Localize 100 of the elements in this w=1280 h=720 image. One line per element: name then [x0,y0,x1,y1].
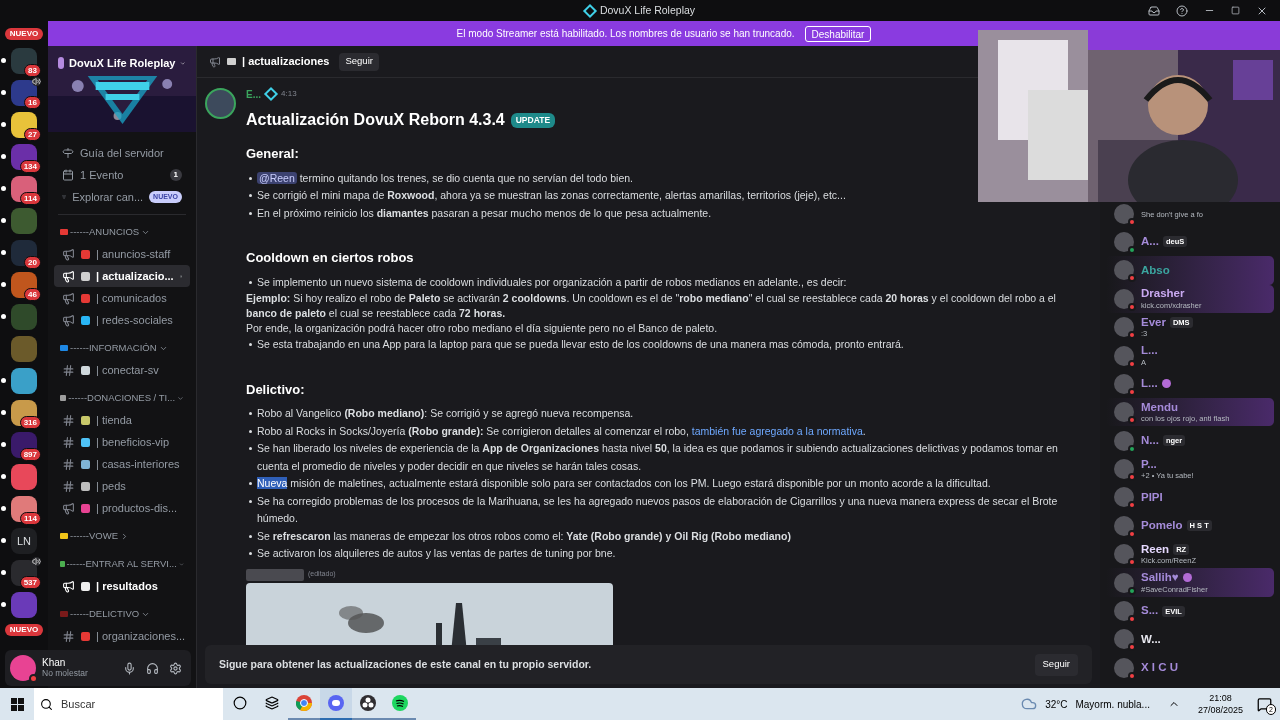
temperature: 32°C [1045,697,1068,712]
channel-name: | beneficios-vip [96,434,170,450]
link[interactable]: también fue agregado a la normativa [691,424,863,437]
notification-badge: 27 [24,128,41,141]
sidebar-item[interactable]: Guía del servidor [54,142,190,164]
server-icon[interactable] [11,112,37,138]
member-item[interactable]: X I C U [1106,653,1274,682]
channel-name: | tienda [96,412,132,428]
channel-item[interactable]: | conectar-sv [54,359,190,381]
server-icon[interactable] [11,240,37,266]
channel-item[interactable]: | peds [54,475,190,497]
maximize-icon[interactable] [1231,6,1240,15]
help-icon[interactable] [1176,4,1188,17]
channel-item[interactable]: | actualizacio... [54,265,190,287]
category-name: ------ANUNCIOS [70,224,140,239]
hash-icon [62,457,75,471]
channel-item[interactable]: | comunicados [54,287,190,309]
channel-name: | actualizacio... [96,268,174,284]
window-title: DovuX Life Roleplay [599,2,696,18]
bullet-item: Robo al Vangelico (Robo mediano): Se corrigió y se agregó nueva recompensa. [257,406,634,421]
follow-button[interactable]: Seguir [1034,653,1078,676]
member-name: N... [1141,434,1159,447]
notification-badge: 114 [20,192,41,205]
megaphone-icon [209,55,221,68]
paragraph: Ejemplo: Si hoy realizo el robo de Paleto se activarán 2 cooldowns. Un cooldown es el de "robo mediano" el cual se reestablece cada 20 horas y el cooldown del robo a el banco de paleto el cual se reestablece cada 72 horas. [246,291,1057,321]
user-mention[interactable]: @Reen [257,171,297,184]
server-icon[interactable] [11,368,37,394]
megaphone-icon [62,313,75,327]
section-heading: General: [246,145,300,163]
bullet-item: Se esta trabajando en una App para la laptop para que se pueda llevar esto de los cooldowns de una manera mas cómoda, pronto entrará. [257,337,904,352]
channel-name: | casas-interiores [96,456,180,472]
megaphone-icon [62,501,75,515]
channel-item[interactable]: | anuncios-staff [54,243,190,265]
channel-item[interactable]: | redes-sociales [54,309,190,331]
clock-time: 21:08 [1209,692,1232,704]
signpost-icon [62,147,74,159]
bullet-icon [249,194,252,197]
section-heading: Delictivo: [246,380,306,399]
category-header[interactable]: ------VOWE [48,525,196,547]
server-logo-icon [58,57,65,70]
author-name[interactable]: E... [246,86,261,102]
headphones-icon[interactable] [146,661,159,675]
avatar [1114,203,1134,224]
inbox-icon[interactable] [1148,4,1160,17]
megaphone-icon [62,247,75,261]
category-header[interactable]: ------ENTRAR AL SERVI... [48,553,196,575]
avatar [1114,459,1134,480]
avatar[interactable] [10,655,36,681]
bullet-icon [249,447,252,450]
sidebar-item[interactable]: 1 Evento 1 [54,164,190,186]
category-name: ------DELICTIVO [70,606,140,621]
channel-item[interactable]: | productos-dis... [54,497,190,519]
notification-badge: 537 [19,576,41,589]
member-item[interactable]: PIPI [1106,483,1274,512]
weather-icon[interactable] [1021,696,1038,712]
server-icon[interactable] [11,48,37,74]
bullet-item: @Reen termino quitando los trenes, se dio cuenta que no servían del todo bien. [257,170,633,186]
category-header[interactable]: ------DONACIONES / TI... [48,387,196,409]
bullet-item: Se implemento un nuevo sistema de cooldown individuales por organización a partir de robos medianos en adelante., es decir: [257,274,847,290]
server-icon[interactable]: LN [11,528,37,554]
new-badge: NUEVO [4,28,44,40]
channel-name: | organizaciones... [96,628,186,644]
follow-button[interactable]: Seguir [339,52,379,71]
disable-button[interactable]: Deshabilitar [804,25,872,42]
server-icon[interactable] [11,272,37,298]
search-field[interactable]: Buscar [34,688,223,720]
channel-item[interactable]: | tienda [54,409,190,431]
sidebar-label: Guía del servidor [80,145,164,161]
category-header[interactable]: ------ANUNCIOS [48,221,196,243]
channel-name: | redes-sociales [96,312,173,328]
channel-name: | peds [96,478,126,494]
channel-item[interactable]: | resultados [54,575,190,597]
avatar [1114,572,1134,593]
avatar [1114,288,1134,309]
channel-name: | conectar-sv [96,362,159,378]
member-item[interactable]: W... [1106,625,1274,654]
channel-name: | anuncios-staff [96,246,171,262]
avatar [1114,317,1134,338]
chat-app-icon[interactable] [320,688,352,720]
server-name[interactable]: DovuX Life Roleplay [69,55,176,72]
category-name: ------DONACIONES / TI... [68,390,176,405]
bullet-icon [249,412,252,415]
windows-logo-icon [10,697,24,711]
hash-icon [62,435,75,449]
member-item[interactable]: L... [1106,369,1274,399]
emoji-icon [227,58,236,65]
microphone-icon[interactable] [123,661,136,675]
category-name: ------ENTRAR AL SERVI... [66,556,177,571]
avatar[interactable] [205,88,236,119]
bullet-item: Se activaron los alquileres de autos y las ventas de partes de tuning por bne. [257,546,616,561]
timestamp: 4:13 [281,88,297,100]
channel-item[interactable]: | casas-interiores [54,453,190,475]
weather-text: Mayorm. nubla... [1075,697,1150,712]
category-header[interactable]: ------INFORMACIÓN [48,337,196,359]
channel-item[interactable]: | beneficios-vip [54,431,190,453]
category-header[interactable]: ------DELICTIVO [48,603,196,625]
settings-icon[interactable] [169,661,182,675]
avatar [1114,544,1134,565]
channel-item[interactable]: | organizaciones... [54,625,190,647]
clock-date: 27/08/2025 [1197,704,1243,716]
